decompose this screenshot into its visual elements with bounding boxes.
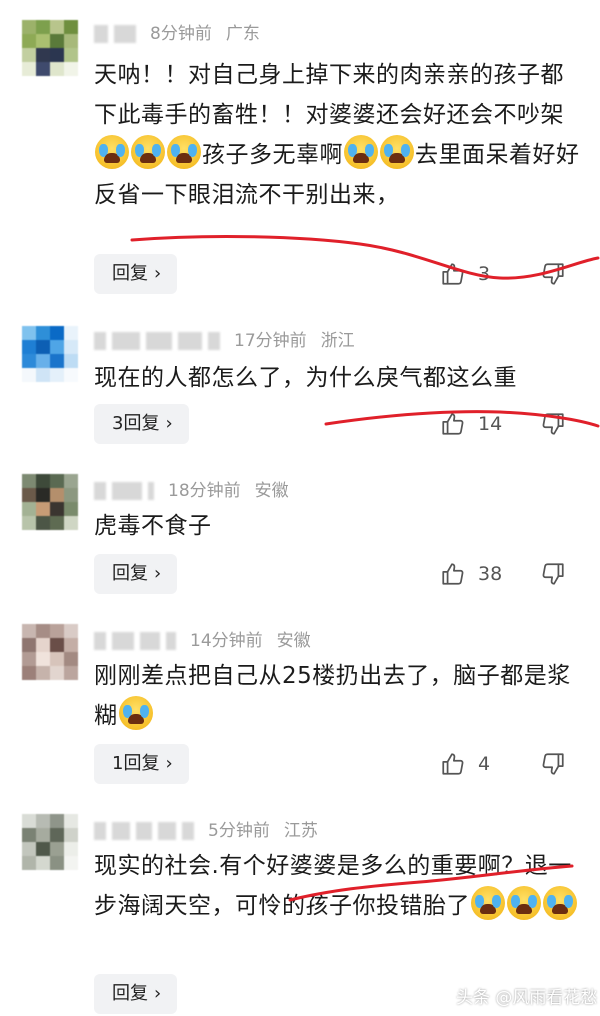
chevron-right-icon: › (154, 263, 162, 284)
thumbs-up-icon (442, 563, 464, 585)
dislike-button[interactable] (540, 254, 566, 294)
like-button[interactable]: 14 (440, 404, 502, 444)
username-blurred[interactable] (94, 632, 182, 650)
comment-text: 天呐！！对自己身上掉下来的肉亲亲的孩子都下此毒手的畜牲！！对婆婆还会好还会不吵架… (94, 62, 580, 208)
username-blurred[interactable] (94, 332, 226, 350)
loudly-crying-face-icon (344, 135, 378, 169)
chevron-right-icon: › (154, 563, 162, 584)
thumbs-up-icon (442, 413, 464, 435)
timestamp: 14分钟前 (190, 631, 263, 651)
avatar[interactable] (22, 624, 78, 680)
like-button[interactable]: 4 (440, 744, 490, 784)
loudly-crying-face-icon (118, 696, 153, 730)
timestamp: 5分钟前 (208, 821, 270, 841)
reply-button[interactable]: 1回复 › (94, 744, 189, 784)
reply-button[interactable]: 回复 › (94, 254, 178, 294)
loudly-crying-face-icon (167, 135, 201, 169)
thumbs-down-icon (542, 753, 564, 775)
like-count: 3 (478, 263, 491, 285)
watermark: 头条 @风雨看花愁 (456, 988, 598, 1008)
reply-button[interactable]: 3回复 › (94, 404, 189, 444)
avatar[interactable] (22, 474, 78, 530)
thumbs-down-icon (542, 563, 564, 585)
like-button[interactable]: 38 (440, 554, 502, 594)
loudly-crying-face-icon (543, 886, 577, 920)
like-button[interactable]: 3 (440, 254, 490, 294)
comment-text: 虎毒不食子 (94, 513, 212, 539)
comment-text: 刚刚差点把自己从25楼扔出去了，脑子都是浆糊 (94, 663, 571, 730)
location: 安徽 (254, 481, 289, 501)
comment-text: 现在的人都怎么了，为什么戾气都这么重 (94, 365, 517, 391)
avatar[interactable] (22, 20, 78, 76)
loudly-crying-face-icon (131, 135, 165, 169)
comment-meta: 5分钟前 江苏 (94, 818, 318, 844)
comment-meta: 14分钟前 安徽 (94, 628, 311, 654)
location: 广东 (225, 24, 260, 44)
comment-meta: 18分钟前 安徽 (94, 478, 289, 504)
chevron-right-icon: › (165, 753, 173, 774)
timestamp: 8分钟前 (150, 24, 212, 44)
avatar[interactable] (22, 326, 78, 382)
timestamp: 18分钟前 (168, 481, 241, 501)
like-count: 38 (478, 563, 503, 585)
loudly-crying-face-icon (471, 886, 505, 920)
loudly-crying-face-icon (380, 135, 414, 169)
thumbs-up-icon (442, 753, 464, 775)
thumbs-down-icon (542, 413, 564, 435)
like-count: 4 (478, 753, 491, 775)
reply-button[interactable]: 回复 › (94, 974, 178, 1014)
location: 安徽 (276, 631, 311, 651)
thumbs-down-icon (542, 263, 564, 285)
chevron-right-icon: › (154, 983, 162, 1004)
dislike-button[interactable] (540, 404, 566, 444)
dislike-button[interactable] (540, 744, 566, 784)
avatar[interactable] (22, 814, 78, 870)
username-blurred[interactable] (94, 482, 160, 500)
thumbs-up-icon (442, 263, 464, 285)
dislike-button[interactable] (540, 554, 566, 594)
comment-meta: 8分钟前 广东 (94, 21, 260, 47)
loudly-crying-face-icon (95, 135, 129, 169)
location: 浙江 (320, 331, 355, 351)
timestamp: 17分钟前 (234, 331, 307, 351)
comment-text: 现实的社会.有个好婆婆是多么的重要啊？退一步海阔天空，可怜的孩子你投错胎了 (94, 846, 584, 926)
comment-meta: 17分钟前 浙江 (94, 328, 355, 354)
chevron-right-icon: › (165, 413, 173, 434)
like-count: 14 (478, 413, 503, 435)
location: 江苏 (283, 821, 318, 841)
username-blurred[interactable] (94, 25, 142, 43)
loudly-crying-face-icon (507, 886, 541, 920)
username-blurred[interactable] (94, 822, 200, 840)
reply-button[interactable]: 回复 › (94, 554, 178, 594)
